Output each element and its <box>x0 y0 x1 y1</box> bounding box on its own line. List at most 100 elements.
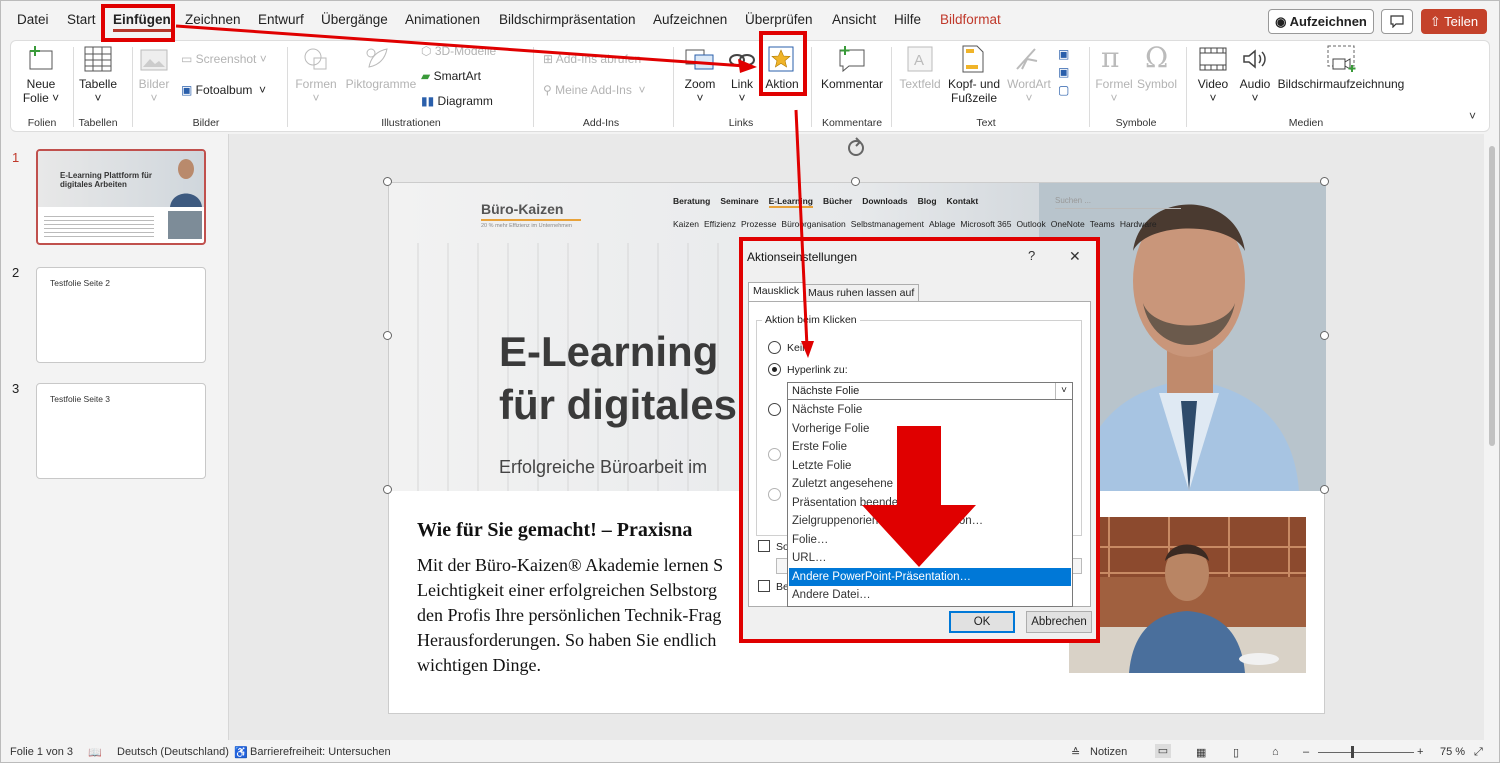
zoom-slider[interactable] <box>1318 752 1414 753</box>
collapse-ribbon-icon[interactable]: ˅ <box>1469 109 1476 123</box>
menu-hilfe[interactable]: Hilfe <box>894 12 921 27</box>
slide-sorter-icon[interactable]: ▦ <box>1196 746 1206 759</box>
slide-search-field[interactable]: Suchen ... <box>1055 193 1181 209</box>
resize-handle[interactable] <box>1320 485 1329 494</box>
vertical-scrollbar[interactable] <box>1486 134 1498 740</box>
nav-item[interactable]: Kontakt <box>947 196 979 206</box>
photo-album-button[interactable]: ▣ Fotoalbum ˅ <box>181 83 266 97</box>
nav-item[interactable]: Outlook <box>1016 219 1045 229</box>
nav-item[interactable]: Beratung <box>673 196 710 206</box>
menu-datei[interactable]: Datei <box>17 12 49 27</box>
screen-recording-button[interactable]: Bildschirmaufzeichnung <box>1277 77 1405 91</box>
menu-uebergaenge[interactable]: Übergänge <box>321 12 388 27</box>
resize-handle[interactable] <box>851 177 860 186</box>
resize-handle[interactable] <box>1320 331 1329 340</box>
header-footer-button[interactable]: Kopf- und Fußzeile <box>945 77 1003 105</box>
nav-item[interactable]: Ablage <box>929 219 955 229</box>
smartart-button[interactable]: ▰ SmartArt <box>421 69 481 83</box>
reading-view-icon[interactable]: ▯ <box>1233 746 1239 759</box>
slide-thumbnail-1[interactable]: E-Learning Plattform für digitales Arbei… <box>36 149 206 245</box>
menu-aufzeichnen[interactable]: Aufzeichnen <box>653 12 727 27</box>
accessibility-checker[interactable]: Barrierefreiheit: Untersuchen <box>250 746 391 758</box>
share-button[interactable]: ⇧ Teilen <box>1421 9 1487 34</box>
video-button[interactable]: Video ˅ <box>1193 77 1233 105</box>
resize-handle[interactable] <box>383 485 392 494</box>
slide-thumbnail-3[interactable]: Testfolie Seite 3 <box>36 383 206 479</box>
nav-item[interactable]: Blog <box>918 196 937 206</box>
icons-label: Piktogramme <box>345 77 417 91</box>
nav-item[interactable]: Hardware <box>1120 219 1157 229</box>
nav-item[interactable]: Büroorganisation <box>781 219 845 229</box>
equation-button[interactable]: Formel ˅ <box>1093 77 1135 105</box>
pictures-button[interactable]: Bilder ˅ <box>137 77 171 105</box>
resize-handle[interactable] <box>383 177 392 186</box>
link-button[interactable]: Link ˅ <box>725 77 759 105</box>
zoom-in-icon[interactable]: + <box>1417 746 1423 758</box>
resize-handle[interactable] <box>1320 177 1329 186</box>
screenshot-button[interactable]: ▭ Screenshot ˅ <box>181 52 267 66</box>
comment-button[interactable]: Kommentar <box>817 77 887 91</box>
logo-underline <box>481 219 581 221</box>
get-addins-button[interactable]: ⊞ Add-Ins abrufen <box>543 52 641 66</box>
resize-handle[interactable] <box>383 331 392 340</box>
comments-button[interactable] <box>1381 9 1413 34</box>
table-button[interactable]: Tabelle ˅ <box>75 77 121 105</box>
3d-models-button[interactable]: ⬡ 3D-Modelle <box>421 44 496 58</box>
menu-ueberpruefen[interactable]: Überprüfen <box>745 12 813 27</box>
zoom-out-icon[interactable]: – <box>1303 746 1309 758</box>
notes-button[interactable]: Notizen <box>1090 746 1127 758</box>
zoom-button[interactable]: Zoom ˅ <box>679 77 721 105</box>
menu-bildschirmpraesentation[interactable]: Bildschirmpräsentation <box>499 12 636 27</box>
nav-item[interactable]: Prozesse <box>741 219 776 229</box>
nav-item[interactable]: Bücher <box>823 196 852 206</box>
spellcheck-icon[interactable]: 📖 <box>88 746 102 759</box>
nav-item[interactable]: Downloads <box>862 196 907 206</box>
language-indicator[interactable]: Deutsch (Deutschland) <box>117 746 229 758</box>
group-label-folien: Folien <box>27 117 57 129</box>
nav-item[interactable]: Selbstmanagement <box>851 219 924 229</box>
object-icon[interactable]: ▢ <box>1058 81 1069 99</box>
zoom-level[interactable]: 75 % <box>1440 746 1465 758</box>
shapes-button[interactable]: Formen ˅ <box>293 77 339 105</box>
nav-item[interactable]: Kaizen <box>673 219 699 229</box>
menu-bildformat[interactable]: Bildformat <box>940 12 1001 27</box>
icons-icon <box>366 48 388 68</box>
menu-start[interactable]: Start <box>67 12 96 27</box>
symbol-button[interactable]: Symbol <box>1135 77 1179 91</box>
normal-view-icon[interactable]: ▭ <box>1155 744 1171 758</box>
slide-number-icon[interactable]: ▣ <box>1058 63 1069 81</box>
date-time-icon[interactable]: ▣ <box>1058 45 1069 63</box>
ribbon: Neue Folie ˅ Folien Tabelle ˅ Tabellen B… <box>10 40 1490 132</box>
menu-ansicht[interactable]: Ansicht <box>832 12 876 27</box>
slide-thumbnail-2[interactable]: Testfolie Seite 2 <box>36 267 206 363</box>
new-slide-button[interactable]: Neue Folie ˅ <box>20 77 62 105</box>
nav-item[interactable]: E-Learning <box>768 196 813 208</box>
slide-counter[interactable]: Folie 1 von 3 <box>10 746 73 758</box>
group-separator <box>1089 47 1090 127</box>
slideshow-icon[interactable]: ⌂ <box>1272 746 1279 758</box>
chart-icon: ▮▮ <box>421 94 438 108</box>
textbox-button[interactable]: Textfeld <box>899 77 941 91</box>
my-addins-button[interactable]: ⚲ Meine Add-Ins ˅ <box>543 83 646 97</box>
slide-nav-bottom: Kaizen Effizienz Prozesse Büroorganisation S… <box>673 219 1157 229</box>
menu-animationen[interactable]: Animationen <box>405 12 480 27</box>
nav-item[interactable]: Seminare <box>720 196 758 206</box>
audio-label: Audio <box>1239 77 1271 91</box>
chart-button[interactable]: ▮▮ Diagramm <box>421 94 493 108</box>
wordart-button[interactable]: WordArt ˅ <box>1007 77 1051 105</box>
nav-item[interactable]: Effizienz <box>704 219 736 229</box>
nav-item[interactable]: Microsoft 365 <box>960 219 1011 229</box>
group-label-text: Text <box>976 117 996 129</box>
zoom-slider-thumb[interactable] <box>1351 746 1354 758</box>
nav-item[interactable]: Teams <box>1090 219 1115 229</box>
fit-to-window-icon[interactable]: ⤢ <box>1474 746 1483 759</box>
icons-button[interactable]: Piktogramme <box>342 77 420 91</box>
share-button-label: Teilen <box>1444 14 1479 29</box>
rotate-handle-icon[interactable] <box>845 137 867 159</box>
menu-entwurf[interactable]: Entwurf <box>258 12 304 27</box>
scrollbar-thumb[interactable] <box>1489 146 1495 446</box>
record-button[interactable]: ◉ Aufzeichnen <box>1268 9 1374 34</box>
menu-zeichnen[interactable]: Zeichnen <box>185 12 241 27</box>
audio-button[interactable]: Audio ˅ <box>1235 77 1275 105</box>
nav-item[interactable]: OneNote <box>1051 219 1085 229</box>
